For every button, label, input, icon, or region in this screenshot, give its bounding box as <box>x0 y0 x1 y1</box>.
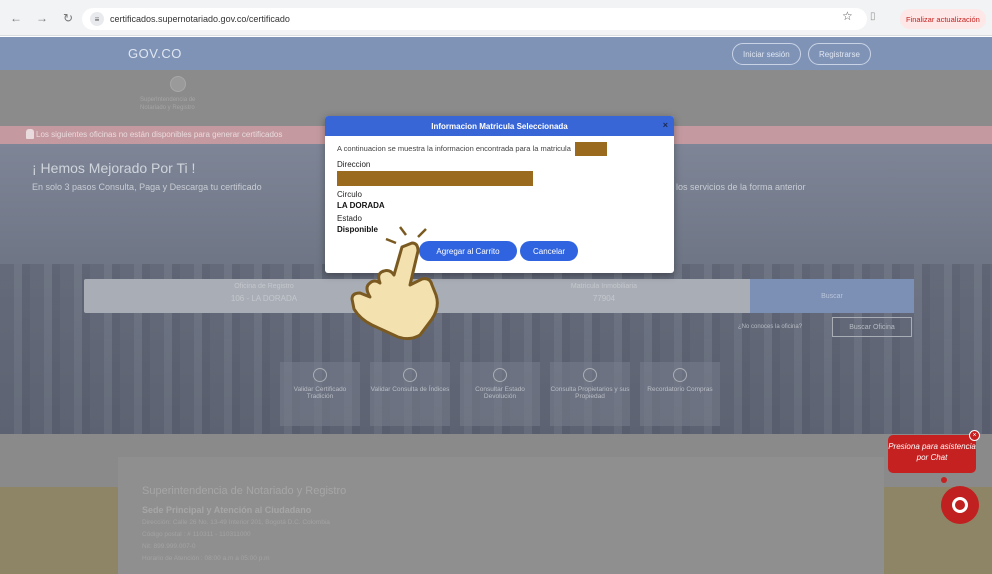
address-bar[interactable]: ≡ certificados.supernotariado.gov.co/cer… <box>82 8 867 30</box>
footer-address: Dirección: Calle 26 No. 13-49 Interior 2… <box>142 519 330 526</box>
tile-label: Validar Consulta de Índices <box>370 386 450 393</box>
hero-title: ¡ Hemos Mejorado Por Ti ! <box>32 160 196 176</box>
footer-card: Superintendencia de Notariado y Registro… <box>118 457 884 574</box>
cancel-button[interactable]: Cancelar <box>520 241 578 261</box>
direccion-label: Direccion <box>337 160 371 169</box>
intro-text: A continuacion se muestra la informacion… <box>337 143 571 153</box>
register-button[interactable]: Registrarse <box>808 43 871 65</box>
matricula-label: Matricula Inmobiliaria <box>570 283 638 290</box>
brand-line-1: SuperIntendencia de <box>140 97 196 103</box>
tile-estado-devolucion[interactable]: Consultar Estado Devolución <box>460 362 540 426</box>
reload-icon[interactable]: ↻ <box>58 8 78 28</box>
modal-header: Informacion Matricula Seleccionada × <box>325 116 674 136</box>
estado-label: Estado <box>337 214 362 223</box>
search-button[interactable]: Buscar <box>750 279 914 313</box>
circulo-label: Circulo <box>337 190 362 199</box>
gov-logo[interactable]: GOV.CO <box>128 46 182 61</box>
tile-recordatorio[interactable]: Recordatorio Compras <box>640 362 720 426</box>
tile-label: Validar Certificado Tradición <box>293 386 347 400</box>
footer-postal: Código postal : # 110311 - 110311000 <box>142 531 251 538</box>
magnifier-icon <box>583 368 597 382</box>
modal-title: Informacion Matricula Seleccionada <box>431 121 568 131</box>
redacted-direccion <box>337 171 533 186</box>
hero-subtitle: En solo 3 pasos Consulta, Paga y Descarg… <box>32 182 262 192</box>
chat-close-icon[interactable]: × <box>969 430 980 441</box>
login-button[interactable]: Iniciar sesión <box>732 43 801 65</box>
office-field[interactable]: Oficina de Registro 106 - LA DORADA <box>164 283 364 303</box>
office-question: ¿No conoces la oficina? <box>738 324 803 330</box>
redacted-matricula <box>574 142 607 156</box>
find-office-button[interactable]: Buscar Oficina <box>832 317 912 337</box>
modal-intro: A continuacion se muestra la informacion… <box>337 142 674 156</box>
tile-label: Recordatorio Compras <box>647 386 713 393</box>
certificate-icon <box>313 368 327 382</box>
office-label: Oficina de Registro <box>234 283 294 290</box>
update-button[interactable]: Finalizar actualización <box>900 9 986 29</box>
chat-bubble-tail <box>941 477 947 483</box>
brand-logo[interactable]: SuperIntendencia de Notariado y Registro <box>140 96 195 112</box>
footer-hours: Horario de Atención : 08:00 a.m a 05:00 … <box>142 555 270 562</box>
chat-icon <box>952 497 968 513</box>
bookmark-star-icon[interactable]: ☆ <box>842 9 853 23</box>
office-value: 106 - LA DORADA <box>230 294 298 303</box>
gov-header: GOV.CO Iniciar sesión Registrarse <box>0 37 992 70</box>
pointing-hand-icon <box>350 226 439 341</box>
circulo-value: LA DORADA <box>337 201 385 210</box>
footer-accent-left <box>0 487 118 574</box>
footer-nit: Nit: 899.999.007-0 <box>142 543 196 550</box>
tile-propietarios[interactable]: Consulta Propietarios y sus Propiedad <box>550 362 630 426</box>
forward-icon[interactable]: → <box>32 8 52 28</box>
matricula-field[interactable]: Matricula Inmobiliaria 77904 <box>504 283 704 303</box>
alert-text: Los siguientes oficinas no están disponi… <box>36 130 283 139</box>
footer-title: Superintendencia de Notariado y Registro <box>142 485 347 497</box>
tile-validar-certificado[interactable]: Validar Certificado Tradición <box>280 362 360 426</box>
hero-subtitle-right: los servicios de la forma anterior <box>676 182 806 192</box>
footer-subtitle: Sede Principal y Atención al Ciudadano <box>142 505 312 515</box>
url-text: certificados.supernotariado.gov.co/certi… <box>110 14 290 24</box>
bell-icon <box>26 129 34 139</box>
cart-icon <box>673 368 687 382</box>
back-icon[interactable]: ← <box>6 8 26 28</box>
emblem-icon <box>170 76 186 92</box>
site-info-icon[interactable]: ≡ <box>90 12 104 26</box>
matricula-value: 77904 <box>592 294 616 303</box>
brand-line-2: Notariado y Registro <box>140 105 195 111</box>
close-icon[interactable]: × <box>663 120 668 130</box>
money-icon <box>493 368 507 382</box>
document-icon <box>403 368 417 382</box>
tile-label: Consulta Propietarios y sus Propiedad <box>550 386 630 400</box>
browser-toolbar: ← → ↻ ≡ certificados.supernotariado.gov.… <box>0 0 992 36</box>
chat-prompt-bubble[interactable]: Presiona para asistencia por Chat <box>888 435 976 473</box>
tile-label: Consultar Estado Devolución <box>475 386 525 400</box>
tile-validar-consulta[interactable]: Validar Consulta de Índices <box>370 362 450 426</box>
chat-button[interactable] <box>941 486 979 524</box>
extension-icon[interactable]: ▯ <box>870 11 880 25</box>
